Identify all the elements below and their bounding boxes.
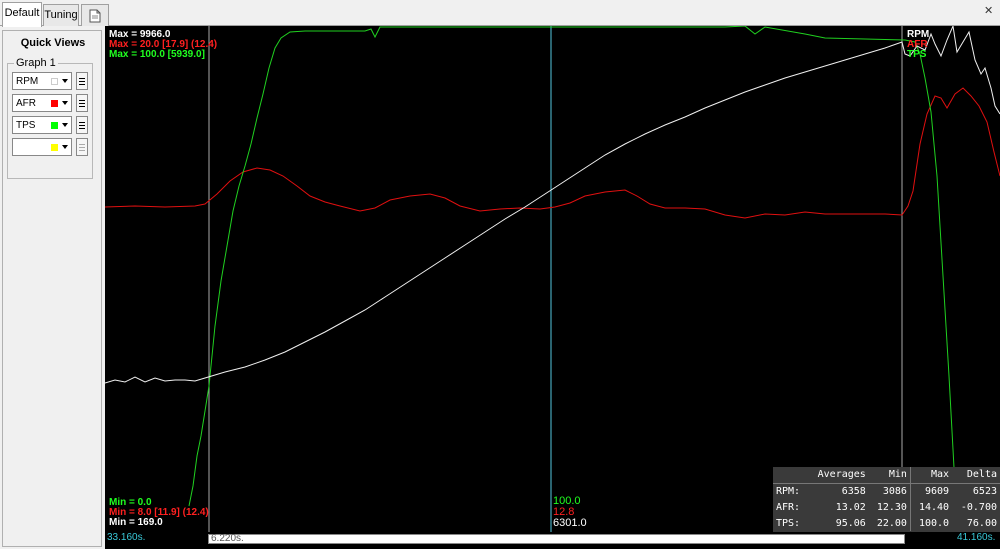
channel-row-afr: AFR bbox=[12, 94, 90, 112]
stats-max: 9609 bbox=[909, 483, 953, 499]
log-graph[interactable]: Max = 9966.0 Max = 20.0 [17.9] (12.4) Ma… bbox=[105, 26, 1000, 532]
stats-header-blank bbox=[773, 467, 808, 484]
chevron-down-icon bbox=[62, 123, 68, 127]
chevron-down-icon bbox=[62, 79, 68, 83]
stats-header-max: Max bbox=[909, 467, 953, 484]
tab-tuning[interactable]: Tuning bbox=[43, 4, 79, 26]
color-swatch-icon bbox=[51, 143, 58, 151]
timeline-span: 6.220s. bbox=[211, 533, 244, 544]
channel-options-button[interactable] bbox=[76, 116, 88, 134]
channel-options-button bbox=[76, 138, 88, 156]
rpm-min-label: Min = 169.0 bbox=[109, 517, 163, 528]
color-swatch-icon bbox=[51, 77, 58, 85]
stats-delta: -0.700 bbox=[960, 501, 997, 513]
tps-trace bbox=[188, 26, 962, 527]
stats-row-label: TPS: bbox=[776, 517, 801, 529]
stats-min: 12.30 bbox=[876, 501, 907, 513]
stats-delta: 6523 bbox=[972, 485, 997, 497]
color-swatch-icon bbox=[51, 99, 58, 107]
stats-delta: 76.00 bbox=[966, 517, 997, 529]
channel-label: AFR bbox=[16, 97, 36, 109]
tab-default[interactable]: Default bbox=[2, 2, 42, 27]
stats-header-row: Averages Min Max Delta bbox=[773, 467, 1000, 484]
channel-select-afr[interactable]: AFR bbox=[12, 94, 72, 112]
timeline-bar[interactable]: 33.160s. 6.220s. 41.160s. bbox=[105, 532, 1000, 549]
timeline-end: 41.160s. bbox=[957, 532, 996, 543]
stats-avg: 6358 bbox=[841, 485, 866, 497]
stats-header-averages: Averages bbox=[807, 467, 869, 484]
channel-options-button[interactable] bbox=[76, 72, 88, 90]
channel-select-rpm[interactable]: RPM bbox=[12, 72, 72, 90]
afr-trace bbox=[105, 87, 1000, 219]
graph-group-label: Graph 1 bbox=[14, 57, 58, 69]
channel-row-rpm: RPM bbox=[12, 72, 90, 90]
quick-views-title: Quick Views bbox=[20, 37, 86, 49]
stats-max: 14.40 bbox=[909, 499, 953, 515]
close-icon[interactable]: ✕ bbox=[984, 4, 996, 18]
graph-group: Graph 1 RPM AFR TPS bbox=[7, 57, 93, 179]
channel-options-button[interactable] bbox=[76, 94, 88, 112]
channel-select-tps[interactable]: TPS bbox=[12, 116, 72, 134]
channel-label: RPM bbox=[16, 75, 39, 87]
graph-canvas[interactable] bbox=[105, 26, 1000, 532]
stats-row-label: RPM: bbox=[776, 485, 801, 497]
stats-max: 100.0 bbox=[909, 515, 953, 531]
cursor-rpm-value: 6301.0 bbox=[553, 517, 587, 529]
stats-row-tps: TPS: 95.06 22.00 100.0 76.00 bbox=[773, 515, 1000, 531]
chevron-down-icon bbox=[62, 101, 68, 105]
stats-avg: 95.06 bbox=[835, 517, 866, 529]
timeline-scrollbar[interactable]: 6.220s. bbox=[208, 533, 905, 544]
stats-min: 3086 bbox=[882, 485, 907, 497]
quick-views-panel: Quick Views Graph 1 RPM AFR TPS bbox=[2, 30, 102, 547]
new-page-tab[interactable] bbox=[81, 4, 109, 26]
rpm-trace bbox=[105, 26, 1000, 384]
stats-row-label: AFR: bbox=[776, 501, 801, 513]
stats-avg: 13.02 bbox=[835, 501, 866, 513]
stats-table: Averages Min Max Delta RPM: 6358 3086 96… bbox=[773, 467, 1000, 532]
tab-bar: Default Tuning ✕ bbox=[0, 0, 1000, 27]
stats-row-afr: AFR: 13.02 12.30 14.40 -0.700 bbox=[773, 499, 1000, 515]
stats-row-rpm: RPM: 6358 3086 9609 6523 bbox=[773, 483, 1000, 499]
stats-header-delta: Delta bbox=[952, 467, 1000, 484]
color-swatch-icon bbox=[51, 121, 58, 129]
chevron-down-icon bbox=[62, 145, 68, 149]
stats-min: 22.00 bbox=[876, 517, 907, 529]
tps-max-label: Max = 100.0 [5939.0] bbox=[109, 49, 205, 60]
stats-header-min: Min bbox=[868, 467, 911, 484]
channel-row-empty bbox=[12, 138, 90, 156]
new-page-icon bbox=[89, 9, 101, 22]
channel-select-empty[interactable] bbox=[12, 138, 72, 156]
timeline-start: 33.160s. bbox=[107, 532, 146, 543]
channel-label: TPS bbox=[16, 119, 36, 131]
channel-row-tps: TPS bbox=[12, 116, 90, 134]
tps-channel-label: TPS bbox=[907, 49, 927, 60]
